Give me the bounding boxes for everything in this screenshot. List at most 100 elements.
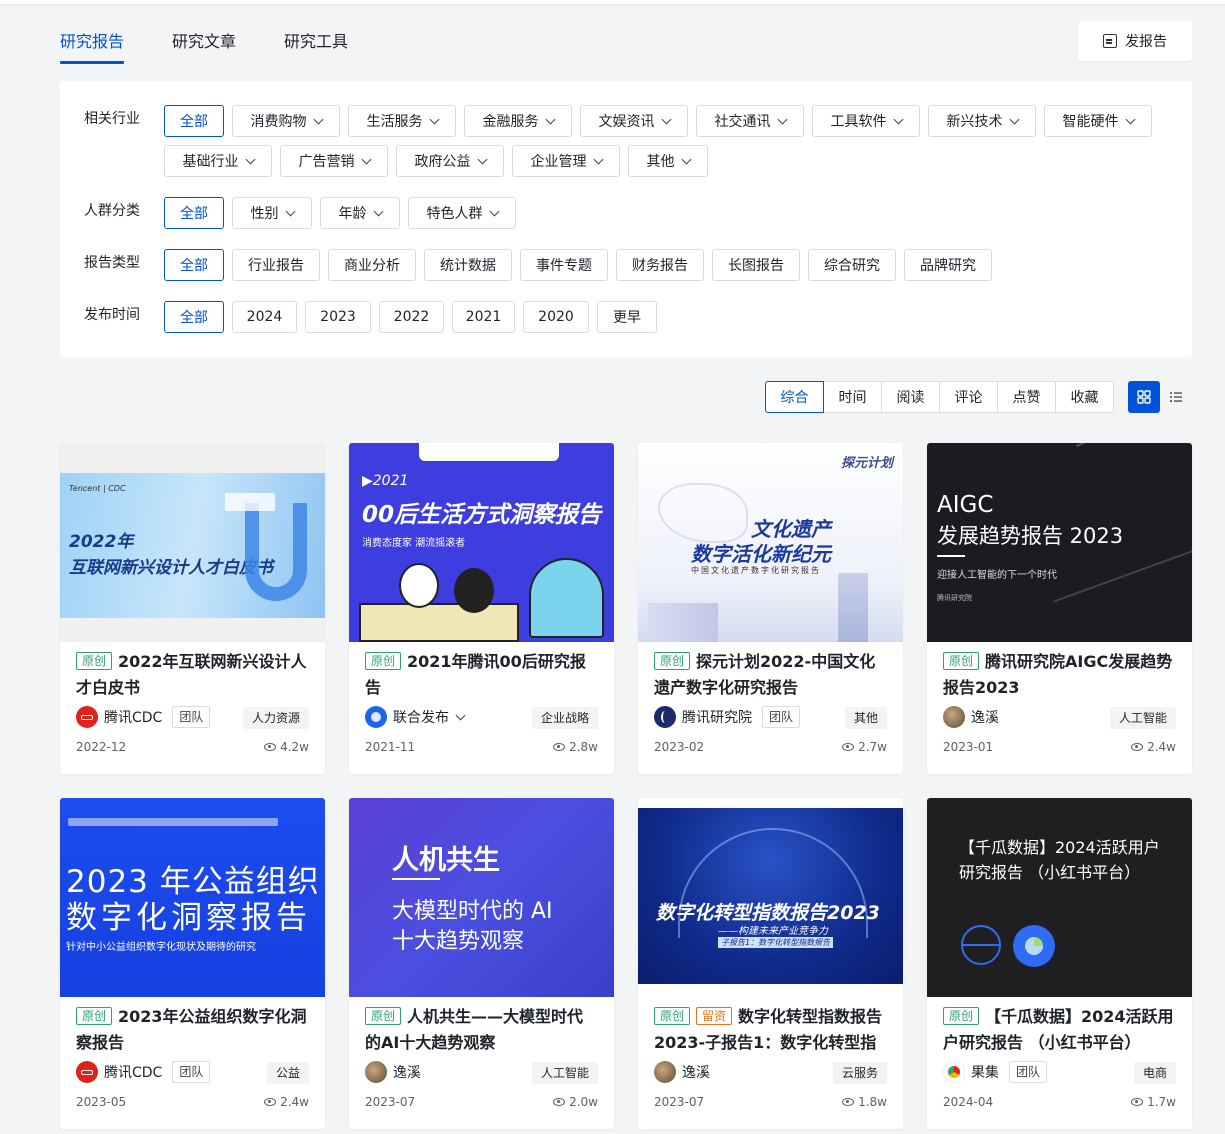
industry-smart-hardware-chip[interactable]: 智能硬件	[1044, 105, 1152, 137]
industry-tools-chip[interactable]: 工具软件	[812, 105, 920, 137]
chevron-down-icon	[361, 154, 371, 164]
author[interactable]: 逸溪	[943, 705, 999, 729]
industry-shopping-chip[interactable]: 消费购物	[232, 105, 340, 137]
type-brand-chip[interactable]: 品牌研究	[904, 249, 992, 281]
view-count-value: 1.7w	[1147, 1095, 1176, 1109]
report-card[interactable]: ▶2021 00后生活方式洞察报告 消费态度家 潮流摇滚者 原创 2021年腾讯0…	[349, 443, 614, 774]
sort-favorites-button[interactable]: 收藏	[1055, 381, 1114, 413]
audience-special-chip[interactable]: 特色人群	[408, 197, 516, 229]
list-view-toggle[interactable]	[1160, 381, 1192, 413]
report-card[interactable]: 数字化转型指数报告2023 ——构建未来产业竞争力 子报告1：数字化转型指数报告…	[638, 798, 903, 1129]
industry-marketing-chip[interactable]: 广告营销	[280, 145, 388, 177]
sort-likes-button[interactable]: 点赞	[997, 381, 1056, 413]
time-2022-chip[interactable]: 2022	[379, 301, 444, 333]
chevron-down-icon	[593, 154, 603, 164]
report-card[interactable]: 【千瓜数据】2024活跃用户 研究报告 （小红书平台） 原创 【千瓜数据】2024…	[927, 798, 1192, 1129]
report-card[interactable]: Tencent | CDC 2022年 互联网新兴设计人才白皮书 原创 2022年…	[60, 443, 325, 774]
report-card[interactable]: 2023 年公益组织 数字化洞察报告 针对中小公益组织数字化现状及期待的研究 原…	[60, 798, 325, 1129]
time-earlier-chip[interactable]: 更早	[597, 301, 657, 333]
sort-comments-button[interactable]: 评论	[939, 381, 998, 413]
time-all-chip[interactable]: 全部	[164, 301, 224, 333]
time-2020-chip[interactable]: 2020	[523, 301, 589, 333]
industry-life-services-chip[interactable]: 生活服务	[348, 105, 456, 137]
time-2021-chip[interactable]: 2021	[452, 301, 515, 333]
report-cover-image: 数字化转型指数报告2023 ——构建未来产业竞争力 子报告1：数字化转型指数报告	[638, 798, 903, 997]
publish-report-button[interactable]: 发报告	[1078, 21, 1192, 61]
report-title: 原创 腾讯研究院AIGC发展趋势报告2023	[943, 649, 1177, 701]
chip-label: 2024	[246, 309, 283, 325]
industry-basic-chip[interactable]: 基础行业	[164, 145, 272, 177]
industry-management-chip[interactable]: 企业管理	[512, 145, 620, 177]
category-badge: 企业战略	[531, 707, 598, 729]
type-industry-chip[interactable]: 行业报告	[232, 249, 320, 281]
industry-filter-label: 相关行业	[84, 111, 140, 127]
chevron-down-icon	[285, 206, 295, 216]
tab-research-tools[interactable]: 研究工具	[284, 28, 348, 52]
author[interactable]: 果集 团队	[943, 1060, 1048, 1084]
author[interactable]: 腾讯研究院 团队	[654, 705, 801, 729]
author[interactable]: 联合发布	[365, 705, 466, 729]
chip-label: 行业报告	[248, 258, 304, 274]
avatar	[943, 1061, 965, 1083]
original-tag: 原创	[365, 652, 402, 670]
type-long-image-chip[interactable]: 长图报告	[712, 249, 800, 281]
chevron-down-icon	[373, 206, 383, 216]
eye-icon	[1131, 1098, 1144, 1106]
report-card[interactable]: 探元计划 文化遗产 数字活化新纪元 中国文化遗产数字化研究报告 原创 探元计划20…	[638, 443, 903, 774]
chevron-down-icon	[777, 114, 787, 124]
sort-time-button[interactable]: 时间	[823, 381, 882, 413]
author[interactable]: 腾讯CDC 团队	[76, 705, 211, 729]
report-title: 原创 2022年互联网新兴设计人才白皮书	[76, 649, 310, 701]
chevron-down-icon	[545, 114, 555, 124]
view-count: 1.8w	[842, 1095, 887, 1109]
publish-date: 2023-01	[943, 740, 994, 754]
author-name: 果集	[971, 1065, 999, 1081]
cover-line: 十大趋势观察	[392, 929, 525, 954]
original-tag: 原创	[365, 1007, 402, 1025]
chip-label: 特色人群	[426, 206, 483, 222]
report-card[interactable]: AIGC 发展趋势报告 2023 迎接人工智能的下一个时代 腾讯研究院 原创 腾讯…	[927, 443, 1192, 774]
time-2023-chip[interactable]: 2023	[305, 301, 371, 333]
author[interactable]: 逸溪	[654, 1060, 710, 1084]
type-comprehensive-chip[interactable]: 综合研究	[808, 249, 896, 281]
view-count: 2.7w	[842, 740, 887, 754]
chip-label: 基础行业	[182, 154, 239, 170]
sort-reads-button[interactable]: 阅读	[881, 381, 940, 413]
audience-age-chip[interactable]: 年龄	[320, 197, 400, 229]
industry-emerging-tech-chip[interactable]: 新兴技术	[928, 105, 1036, 137]
top-divider	[0, 0, 1225, 5]
cover-line: 中国文化遗产数字化研究报告	[691, 566, 821, 575]
author[interactable]: 逸溪	[365, 1060, 421, 1084]
industry-all-chip[interactable]: 全部	[164, 105, 224, 137]
grid-view-toggle[interactable]	[1128, 381, 1160, 413]
view-count-value: 4.2w	[280, 740, 309, 754]
tab-research-articles[interactable]: 研究文章	[172, 28, 236, 52]
chevron-down-icon	[429, 114, 439, 124]
chip-label: 政府公益	[414, 154, 471, 170]
industry-social-chip[interactable]: 社交通讯	[696, 105, 804, 137]
industry-entertainment-chip[interactable]: 文娱资讯	[580, 105, 688, 137]
type-event-chip[interactable]: 事件专题	[520, 249, 608, 281]
chevron-down-icon[interactable]	[455, 710, 466, 720]
cover-line: 发展趋势报告 2023	[937, 524, 1124, 548]
audience-all-chip[interactable]: 全部	[164, 197, 224, 229]
type-financial-chip[interactable]: 财务报告	[616, 249, 704, 281]
publish-time-filter-label: 发布时间	[84, 307, 140, 323]
industry-other-chip[interactable]: 其他	[628, 145, 708, 177]
report-cover-image: Tencent | CDC 2022年 互联网新兴设计人才白皮书	[60, 443, 325, 642]
view-count-value: 1.8w	[858, 1095, 887, 1109]
type-statistics-chip[interactable]: 统计数据	[424, 249, 512, 281]
audience-gender-chip[interactable]: 性别	[232, 197, 312, 229]
type-business-chip[interactable]: 商业分析	[328, 249, 416, 281]
author[interactable]: 腾讯CDC 团队	[76, 1060, 211, 1084]
time-2024-chip[interactable]: 2024	[232, 301, 297, 333]
tab-research-reports[interactable]: 研究报告	[60, 28, 124, 52]
industry-government-chip[interactable]: 政府公益	[396, 145, 504, 177]
type-all-chip[interactable]: 全部	[164, 249, 224, 281]
report-card[interactable]: 人机共生 大模型时代的 AI 十大趋势观察 原创 人机共生——大模型时代的AI十大…	[349, 798, 614, 1129]
original-tag: 原创	[654, 652, 691, 670]
category-badge: 人力资源	[242, 707, 309, 729]
industry-finance-chip[interactable]: 金融服务	[464, 105, 572, 137]
sort-comprehensive-button[interactable]: 综合	[765, 381, 824, 413]
report-cover-image: ▶2021 00后生活方式洞察报告 消费态度家 潮流摇滚者	[349, 443, 614, 642]
